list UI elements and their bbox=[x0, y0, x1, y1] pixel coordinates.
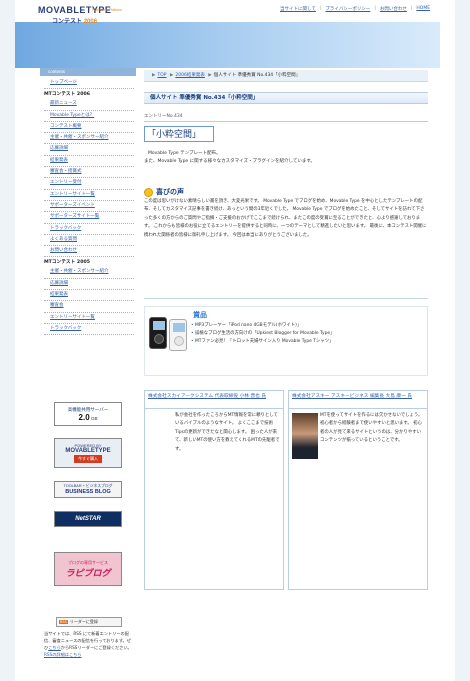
separator: | bbox=[410, 6, 413, 11]
divider bbox=[144, 298, 428, 299]
sidebar-item-ceremony[interactable]: 審査会・授賞式 bbox=[44, 167, 134, 179]
server-banner-capacity: 2.0 GB bbox=[78, 412, 98, 422]
contents-label: contents bbox=[40, 68, 136, 76]
sidebar-item-about-mt[interactable]: Movable Typeとは？ bbox=[44, 111, 134, 122]
rss-reader-button[interactable]: RSS リーダーに登録 bbox=[56, 617, 122, 627]
contest-label: コンテスト bbox=[52, 19, 83, 25]
sidebar-item-supporters-event[interactable]: サポーターズイベント bbox=[44, 201, 134, 213]
logo-subtitle: Publishing Platform bbox=[92, 8, 123, 12]
ipod-black-image bbox=[149, 317, 167, 349]
judge-name-link[interactable]: 株式会社スカイアークシステム 代表取締役 小林 晋也 氏 bbox=[145, 391, 283, 409]
sidebar-group-2005: MTコンテスト 2005 bbox=[44, 260, 90, 266]
sidebar-item-2005-results[interactable]: 結果発表 bbox=[44, 290, 134, 302]
rapiblog-banner[interactable]: ブログの専用サービス ラピブログ bbox=[54, 552, 122, 586]
sidebar-item-entry-list[interactable]: エントリーサイト一覧 bbox=[44, 190, 134, 201]
link-contact[interactable]: お問い合わせ bbox=[380, 6, 407, 12]
separator: | bbox=[319, 6, 322, 11]
sidebar-item-overview[interactable]: コンテスト概要 bbox=[44, 122, 134, 134]
section-title: 個人サイト 準優秀賞 No.434「小粋空間」 bbox=[144, 92, 428, 104]
judge-comment-card: 株式会社アスキー アスキービジネス 編集長 大島 康一 氏 MTを使ってサイトを… bbox=[288, 390, 428, 590]
prize-list: MP3プレーヤー「iPod nano 4GBモデル(ホワイト)」 誤植なブログ生… bbox=[191, 322, 335, 346]
sidebar-item-results[interactable]: 結果発表 bbox=[44, 156, 134, 168]
buy-now-button[interactable]: 今すぐ購入 bbox=[74, 455, 102, 463]
rss-icon: RSS bbox=[59, 620, 68, 624]
powered-by-mt-banner[interactable]: POWERED BY MOVABLETYPE 今すぐ購入 bbox=[54, 438, 122, 468]
breadcrumb-results[interactable]: 2006結果発表 bbox=[175, 73, 204, 78]
voice-heading: 喜びの声 bbox=[144, 187, 184, 197]
judge-photo bbox=[292, 413, 318, 459]
prize-item: MTファン必見！「トロット夫婦サイン入り Movable Type Tシャツ」 bbox=[191, 338, 335, 346]
entry-number: エントリーNo.434 bbox=[144, 113, 428, 122]
desc-line-1: Movable Type テンプレート配布。 bbox=[148, 151, 221, 156]
prize-box: 賞品 MP3プレーヤー「iPod nano 4GBモデル(ホワイト)」 誤植なブ… bbox=[144, 306, 428, 376]
rss-button-label: リーダーに登録 bbox=[69, 619, 98, 624]
top-links: 当サイトに関して | プライバシーポリシー | お問い合わせ | HOME bbox=[280, 6, 430, 12]
rss-details-link[interactable]: RSSの詳細はこちら bbox=[44, 652, 82, 657]
sidebar-group-2006: MTコンテスト 2006 bbox=[44, 92, 90, 98]
sidebar-item-2005-apply[interactable]: 応募詳細 bbox=[44, 279, 134, 291]
sidebar-item-2005-sponsors[interactable]: 主催・共催・スポンサー紹介 bbox=[44, 267, 134, 279]
ipod-white-image bbox=[169, 319, 187, 351]
breadcrumb-top[interactable]: TOP bbox=[157, 73, 166, 78]
breadcrumb-current: 個人サイト 準優秀賞 No.434「小粋空間」 bbox=[213, 73, 301, 78]
rapiblog-title: ラピブログ bbox=[65, 567, 111, 578]
entry-description: Movable Type テンプレート配布。 また、Movable Type に… bbox=[144, 150, 428, 166]
breadcrumb-separator-icon: ▶ bbox=[169, 73, 174, 78]
sidebar-nav: トップページ MTコンテスト 2006 最新ニュース Movable Typeと… bbox=[44, 78, 134, 336]
separator: | bbox=[374, 6, 376, 11]
entry-title[interactable]: 「小粋空間」 bbox=[144, 126, 214, 142]
powered-by-logo: MOVABLETYPE bbox=[65, 448, 111, 454]
judge-comment-text: 私が会社を作ったころからMT情報を常に頼りとしているバイブルのようなサイト。 よ… bbox=[175, 413, 280, 452]
sidebar-item-2005-judging[interactable]: 審査会 bbox=[44, 301, 134, 313]
breadcrumb: ▶ TOP ▶ 2006結果発表 ▶ 個人サイト 準優秀賞 No.434「小粋空間」 bbox=[144, 70, 428, 82]
netstar-banner[interactable]: NetSTAR bbox=[54, 511, 122, 527]
sidebar-item-faq[interactable]: よくある質問 bbox=[44, 235, 134, 247]
judge-name-link[interactable]: 株式会社アスキー アスキービジネス 編集長 大島 康一 氏 bbox=[289, 391, 427, 409]
rss-link-here[interactable]: こちら bbox=[48, 645, 61, 650]
rss-description: 当サイトでは、RSS にて新着エントリーの配信、審査ニュースの配信を行っておりま… bbox=[44, 631, 132, 657]
sidebar-item-news[interactable]: 最新ニュース bbox=[44, 99, 134, 111]
judge-comment-card: 株式会社スカイアークシステム 代表取締役 小林 晋也 氏 私が会社を作ったころか… bbox=[144, 390, 284, 590]
header-sky-banner bbox=[15, 22, 440, 68]
business-blog-banner[interactable]: TOOLBAR + ビジネスブログ BUSINESS BLOG bbox=[54, 481, 122, 498]
smile-icon bbox=[144, 187, 153, 197]
sidebar-item-contact[interactable]: お問い合わせ bbox=[44, 246, 134, 258]
sidebar-item-top[interactable]: トップページ bbox=[44, 78, 134, 90]
link-about-site[interactable]: 当サイトに関して bbox=[280, 6, 316, 12]
breadcrumb-arrow-icon: ▶ bbox=[152, 73, 156, 78]
sidebar-item-2005-trackback[interactable]: トラックバック bbox=[44, 324, 134, 336]
voice-text: この度は思いがけない素晴らしい賞を頂き、大変光栄です。 Movable Type… bbox=[144, 199, 427, 238]
contest-logo: コンテスト 2006 bbox=[52, 16, 97, 25]
sidebar-item-apply[interactable]: 応募詳細 bbox=[44, 144, 134, 156]
contest-year: 2006 bbox=[83, 19, 98, 25]
link-privacy[interactable]: プライバシーポリシー bbox=[325, 6, 370, 12]
sidebar-item-2005-entry-list[interactable]: エントリーサイト一覧 bbox=[44, 313, 134, 324]
server-banner[interactable]: 高機能共用サーバー 2.0 GB bbox=[54, 402, 122, 426]
sidebar-item-entry[interactable]: エントリー受付 bbox=[44, 178, 134, 190]
breadcrumb-separator-icon: ▶ bbox=[208, 73, 212, 78]
prize-item: 誤植なブログ生活の方向けの「Upkiest Blogger for Movabl… bbox=[191, 330, 335, 338]
link-home[interactable]: HOME bbox=[416, 6, 430, 12]
desc-line-2: また、Movable Type に関する様々なカスタマイズ・プラグインを紹介して… bbox=[144, 159, 315, 164]
business-blog-title: BUSINESS BLOG bbox=[65, 489, 111, 495]
prize-item: MP3プレーヤー「iPod nano 4GBモデル(ホワイト)」 bbox=[191, 322, 335, 330]
sidebar-item-trackback[interactable]: トラックバック bbox=[44, 224, 134, 235]
sidebar-item-supporters-list[interactable]: サポーターズサイト一覧 bbox=[44, 212, 134, 224]
prize-heading: 賞品 bbox=[193, 312, 207, 319]
voice-heading-text: 喜びの声 bbox=[156, 189, 184, 196]
sidebar-item-sponsors[interactable]: 主催・共催・スポンサー紹介 bbox=[44, 133, 134, 145]
